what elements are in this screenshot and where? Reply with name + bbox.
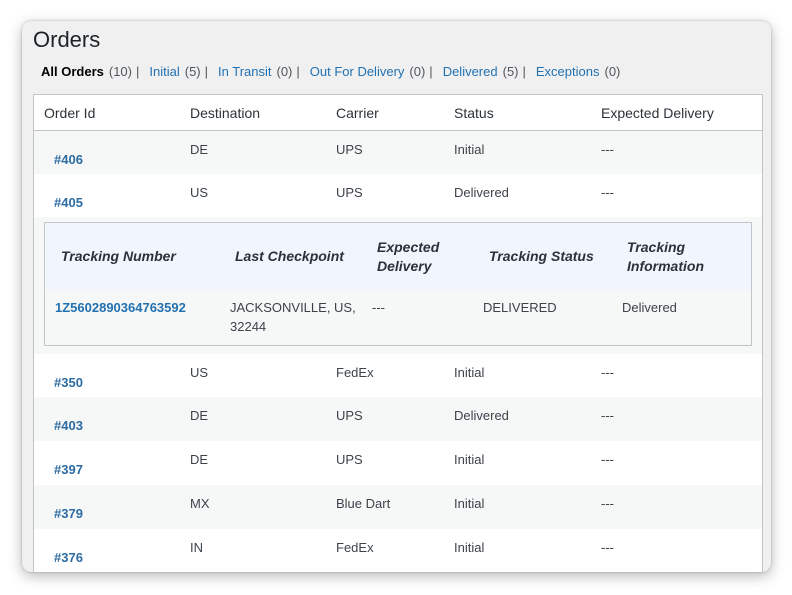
table-row[interactable]: #405 US UPS Delivered --- bbox=[34, 174, 762, 217]
column-header-status[interactable]: Status bbox=[454, 105, 494, 121]
filter-in-transit[interactable]: In Transit (0) | bbox=[218, 64, 310, 79]
column-header-expected-delivery[interactable]: Expected Delivery bbox=[601, 105, 714, 121]
expected-delivery-cell: --- bbox=[601, 142, 614, 157]
carrier-cell: FedEx bbox=[336, 540, 374, 555]
filter-exceptions-link[interactable]: Exceptions bbox=[536, 64, 600, 79]
table-row[interactable]: #350 US FedEx Initial --- bbox=[34, 354, 762, 397]
carrier-cell: UPS bbox=[336, 452, 363, 467]
tracking-header-expected-delivery: Expected Delivery bbox=[377, 239, 440, 274]
status-cell: Initial bbox=[454, 365, 485, 380]
table-row[interactable]: #406 DE UPS Initial --- bbox=[34, 131, 762, 174]
filter-separator: | bbox=[204, 64, 209, 79]
destination-cell: DE bbox=[190, 408, 209, 423]
tracking-detail-table: Tracking Number Last Checkpoint Expected… bbox=[44, 222, 752, 346]
carrier-cell: UPS bbox=[336, 142, 363, 157]
order-id-link[interactable]: #397 bbox=[54, 462, 83, 477]
expected-delivery-cell: --- bbox=[601, 408, 614, 423]
last-checkpoint-cell: JACKSONVILLE, US, 32244 bbox=[230, 300, 356, 334]
orders-table: Order Id Destination Carrier Status Expe… bbox=[33, 94, 763, 572]
filter-delivered-link[interactable]: Delivered bbox=[443, 64, 498, 79]
expected-delivery-cell: --- bbox=[601, 540, 614, 555]
status-cell: Initial bbox=[454, 452, 485, 467]
filter-separator: | bbox=[429, 64, 433, 79]
filter-count: (0) bbox=[276, 64, 293, 79]
filter-count: (5) bbox=[184, 64, 201, 79]
expected-delivery-cell: --- bbox=[601, 452, 614, 467]
carrier-cell: Blue Dart bbox=[336, 496, 391, 511]
table-row[interactable]: #397 DE UPS Initial --- bbox=[34, 441, 762, 485]
tracking-header-status: Tracking Status bbox=[489, 248, 594, 264]
filter-initial[interactable]: Initial (5) | bbox=[149, 64, 218, 79]
destination-cell: MX bbox=[190, 496, 210, 511]
filter-exceptions[interactable]: Exceptions (0) bbox=[536, 64, 620, 79]
status-cell: Initial bbox=[454, 142, 485, 157]
tracking-detail-header: Tracking Number Last Checkpoint Expected… bbox=[45, 223, 751, 290]
tracking-number-link[interactable]: 1Z5602890364763592 bbox=[55, 298, 186, 317]
expected-delivery-cell: --- bbox=[601, 496, 614, 511]
tracking-expected-delivery-cell: --- bbox=[372, 300, 385, 315]
status-cell: Delivered bbox=[454, 185, 509, 200]
tracking-detail-body: 1Z5602890364763592 JACKSONVILLE, US, 322… bbox=[45, 290, 751, 345]
status-cell: Initial bbox=[454, 540, 485, 555]
column-header-destination[interactable]: Destination bbox=[190, 105, 260, 121]
order-id-link[interactable]: #376 bbox=[54, 550, 83, 565]
filter-all-orders[interactable]: All Orders (10) | bbox=[41, 64, 149, 79]
order-id-link[interactable]: #350 bbox=[54, 375, 83, 390]
tracking-header-last-checkpoint: Last Checkpoint bbox=[235, 248, 344, 264]
destination-cell: DE bbox=[190, 452, 209, 467]
destination-cell: US bbox=[190, 185, 209, 200]
orders-window: Orders All Orders (10) | Initial (5) | I… bbox=[22, 21, 771, 572]
filter-count: (0) bbox=[409, 64, 426, 79]
order-id-link[interactable]: #403 bbox=[54, 418, 83, 433]
table-row[interactable]: #379 MX Blue Dart Initial --- bbox=[34, 485, 762, 529]
carrier-cell: UPS bbox=[336, 408, 363, 423]
filter-separator: | bbox=[522, 64, 526, 79]
table-row[interactable]: #403 DE UPS Delivered --- bbox=[34, 397, 762, 441]
order-id-link[interactable]: #406 bbox=[54, 152, 83, 167]
order-id-link[interactable]: #405 bbox=[54, 195, 83, 210]
filter-separator: | bbox=[135, 64, 140, 79]
tracking-detail-row: Tracking Number Last Checkpoint Expected… bbox=[34, 217, 762, 354]
column-header-order-id[interactable]: Order Id bbox=[44, 105, 95, 121]
filter-out-for-delivery-link[interactable]: Out For Delivery bbox=[310, 64, 405, 79]
status-cell: Initial bbox=[454, 496, 485, 511]
destination-cell: IN bbox=[190, 540, 203, 555]
status-filter-bar: All Orders (10) | Initial (5) | In Trans… bbox=[41, 64, 620, 79]
filter-initial-link[interactable]: Initial bbox=[149, 64, 179, 79]
carrier-cell: FedEx bbox=[336, 365, 374, 380]
expected-delivery-cell: --- bbox=[601, 185, 614, 200]
table-row[interactable]: #376 IN FedEx Initial --- bbox=[34, 529, 762, 572]
carrier-cell: UPS bbox=[336, 185, 363, 200]
filter-count: (0) bbox=[604, 64, 621, 79]
order-id-link[interactable]: #379 bbox=[54, 506, 83, 521]
filter-count: (5) bbox=[502, 64, 519, 79]
expected-delivery-cell: --- bbox=[601, 365, 614, 380]
destination-cell: US bbox=[190, 365, 209, 380]
page-title: Orders bbox=[33, 27, 101, 52]
status-cell: Delivered bbox=[454, 408, 509, 423]
filter-out-for-delivery[interactable]: Out For Delivery (0) | bbox=[310, 64, 443, 79]
tracking-status-cell: DELIVERED bbox=[483, 300, 557, 315]
tracking-information-cell: Delivered bbox=[622, 300, 677, 315]
destination-cell: DE bbox=[190, 142, 209, 157]
filter-all-orders-link[interactable]: All Orders bbox=[41, 64, 104, 79]
filter-delivered[interactable]: Delivered (5) | bbox=[443, 64, 536, 79]
tracking-header-number: Tracking Number bbox=[61, 248, 176, 264]
filter-separator: | bbox=[296, 64, 300, 79]
filter-in-transit-link[interactable]: In Transit bbox=[218, 64, 271, 79]
table-header: Order Id Destination Carrier Status Expe… bbox=[34, 95, 762, 131]
filter-count: (10) bbox=[108, 64, 132, 79]
column-header-carrier[interactable]: Carrier bbox=[336, 105, 379, 121]
tracking-header-information: Tracking Information bbox=[627, 239, 704, 274]
